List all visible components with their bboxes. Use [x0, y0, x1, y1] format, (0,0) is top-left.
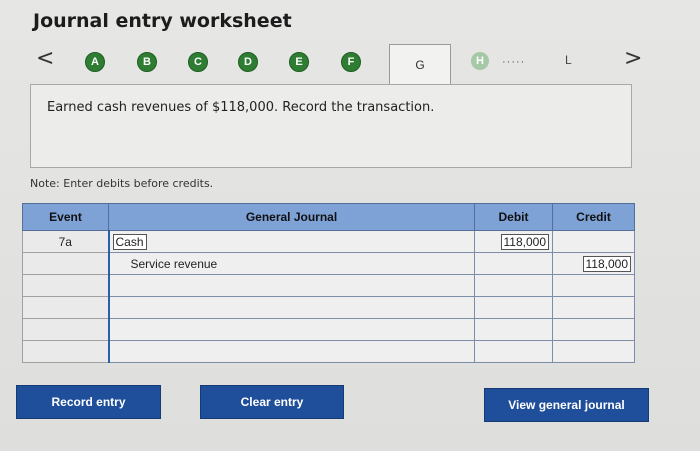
event-column-header: Event	[22, 203, 109, 231]
steps-ellipsis: ·····	[502, 56, 526, 68]
account-select[interactable]	[107, 318, 475, 341]
credit-input[interactable]	[552, 318, 635, 341]
journal-column-header: General Journal	[108, 203, 475, 231]
event-cell	[22, 296, 109, 319]
step-c-button[interactable]: C	[188, 52, 208, 72]
table-row	[22, 296, 635, 319]
credit-input[interactable]	[552, 230, 635, 253]
step-d-button[interactable]: D	[238, 52, 258, 72]
event-cell	[22, 340, 109, 363]
credit-input[interactable]	[552, 274, 635, 297]
account-value: Service revenue	[130, 256, 218, 271]
credit-input[interactable]: 118,000	[552, 252, 635, 275]
credit-value: 118,000	[582, 255, 631, 272]
table-header-row: Event General Journal Debit Credit	[22, 203, 635, 231]
account-value: Cash	[112, 233, 147, 250]
prev-arrow-icon[interactable]: <	[36, 46, 54, 71]
view-general-journal-button[interactable]: View general journal	[484, 388, 649, 422]
table-row: 7a Cash 118,000	[22, 230, 635, 253]
clear-entry-button[interactable]: Clear entry	[200, 385, 344, 419]
debit-input[interactable]	[474, 318, 553, 341]
debit-input[interactable]	[474, 274, 553, 297]
credit-input[interactable]	[552, 340, 635, 363]
page-title: Journal entry worksheet	[33, 10, 292, 32]
debit-input[interactable]	[474, 296, 553, 319]
transaction-prompt-box: Earned cash revenues of $118,000. Record…	[30, 84, 632, 168]
event-cell	[22, 274, 109, 297]
debit-value: 118,000	[500, 233, 549, 250]
event-cell: 7a	[22, 230, 109, 253]
step-a-button[interactable]: A	[85, 52, 105, 72]
step-e-button[interactable]: E	[289, 52, 309, 72]
account-select[interactable]: Cash	[107, 230, 475, 253]
step-l-button[interactable]: L	[565, 53, 572, 67]
table-row	[22, 318, 635, 341]
credit-input[interactable]	[552, 296, 635, 319]
next-arrow-icon[interactable]: >	[624, 46, 642, 71]
table-row: Service revenue 118,000	[22, 252, 635, 275]
current-step-tab[interactable]: G	[389, 44, 451, 85]
debit-input[interactable]	[474, 252, 553, 275]
account-select[interactable]	[107, 274, 475, 297]
record-entry-button[interactable]: Record entry	[16, 385, 161, 419]
credit-column-header: Credit	[552, 203, 635, 231]
table-row	[22, 340, 635, 363]
step-f-button[interactable]: F	[341, 52, 361, 72]
account-select[interactable]: Service revenue	[107, 252, 475, 275]
entry-note: Note: Enter debits before credits.	[30, 177, 214, 190]
debit-column-header: Debit	[474, 203, 553, 231]
table-row	[22, 274, 635, 297]
step-b-button[interactable]: B	[137, 52, 157, 72]
debit-input[interactable]	[474, 340, 553, 363]
worksheet-page: Journal entry worksheet < A B C D E F G …	[0, 0, 700, 451]
transaction-prompt: Earned cash revenues of $118,000. Record…	[47, 100, 435, 115]
step-h-button[interactable]: H	[471, 52, 489, 70]
event-cell	[22, 252, 109, 275]
journal-table: Event General Journal Debit Credit 7a Ca…	[22, 203, 635, 363]
account-select[interactable]	[107, 296, 475, 319]
debit-input[interactable]: 118,000	[474, 230, 553, 253]
event-cell	[22, 318, 109, 341]
account-select[interactable]	[107, 340, 475, 363]
